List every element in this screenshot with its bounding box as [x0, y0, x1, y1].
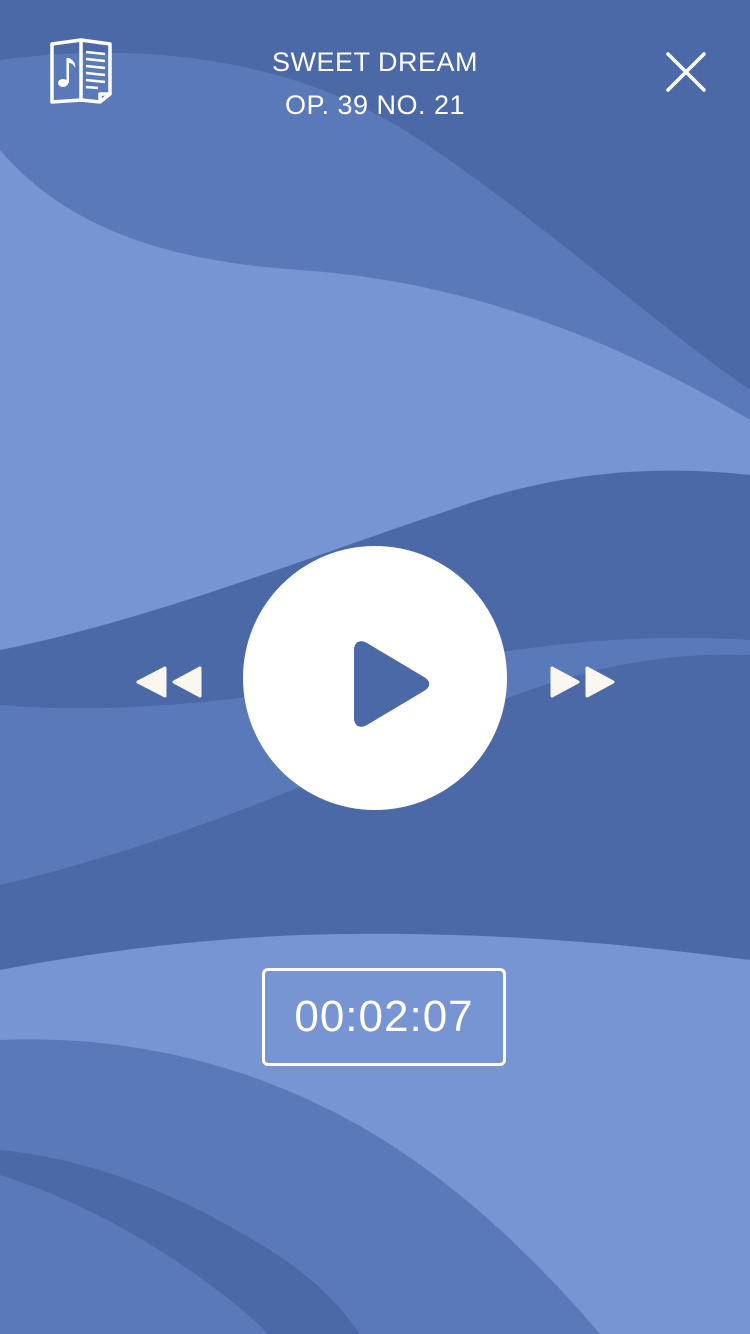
- play-button[interactable]: [243, 546, 507, 810]
- fast-forward-button[interactable]: [546, 664, 618, 700]
- playback-controls: [0, 540, 750, 820]
- elapsed-timer: 00:02:07: [262, 968, 506, 1066]
- header: SWEET DREAM OP. 39 NO. 21: [0, 0, 750, 150]
- sheet-music-book-icon: [50, 38, 112, 104]
- track-subtitle: OP. 39 NO. 21: [284, 90, 466, 120]
- play-icon: [354, 641, 430, 727]
- fast-forward-icon: [550, 666, 615, 698]
- close-icon: [666, 52, 706, 92]
- rewind-icon: [136, 666, 202, 698]
- sheet-music-button[interactable]: [48, 36, 116, 106]
- track-title: SWEET DREAM: [271, 47, 479, 77]
- close-button[interactable]: [662, 48, 710, 96]
- rewind-button[interactable]: [134, 664, 206, 700]
- player-screen: SWEET DREAM OP. 39 NO. 21 00:02:07: [0, 0, 750, 1334]
- track-info: SWEET DREAM OP. 39 NO. 21: [175, 44, 575, 123]
